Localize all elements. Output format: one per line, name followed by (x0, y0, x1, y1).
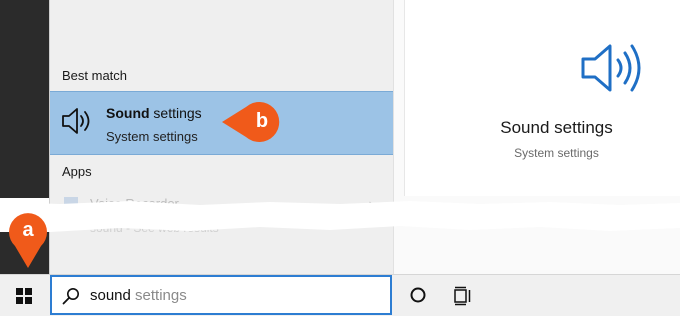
task-view-icon[interactable] (452, 285, 474, 307)
best-match-title: Sound settings (106, 105, 202, 121)
preview-card (404, 0, 680, 196)
preview-subtitle: System settings (514, 146, 599, 160)
callout-label-b: b (255, 110, 269, 132)
apps-heading: Apps (62, 164, 92, 179)
best-match-subtitle: System settings (106, 129, 198, 144)
speaker-icon (62, 108, 90, 134)
taskbar-search-box[interactable]: sound settings (50, 275, 392, 315)
start-menu-left-strip (0, 0, 49, 198)
start-button[interactable] (0, 274, 49, 316)
callout-label-a: a (22, 219, 34, 241)
preview-title: Sound settings (500, 118, 613, 137)
windows-logo-icon (16, 288, 32, 304)
search-input[interactable]: sound settings (90, 287, 187, 304)
search-icon (62, 288, 79, 305)
best-match-heading: Best match (62, 68, 128, 83)
search-typed-text: sound (90, 287, 131, 304)
search-suggestion-text: settings (130, 287, 187, 304)
torn-edge-divider (0, 201, 680, 232)
cortana-circle-icon[interactable] (408, 285, 428, 305)
speaker-icon (581, 44, 641, 92)
